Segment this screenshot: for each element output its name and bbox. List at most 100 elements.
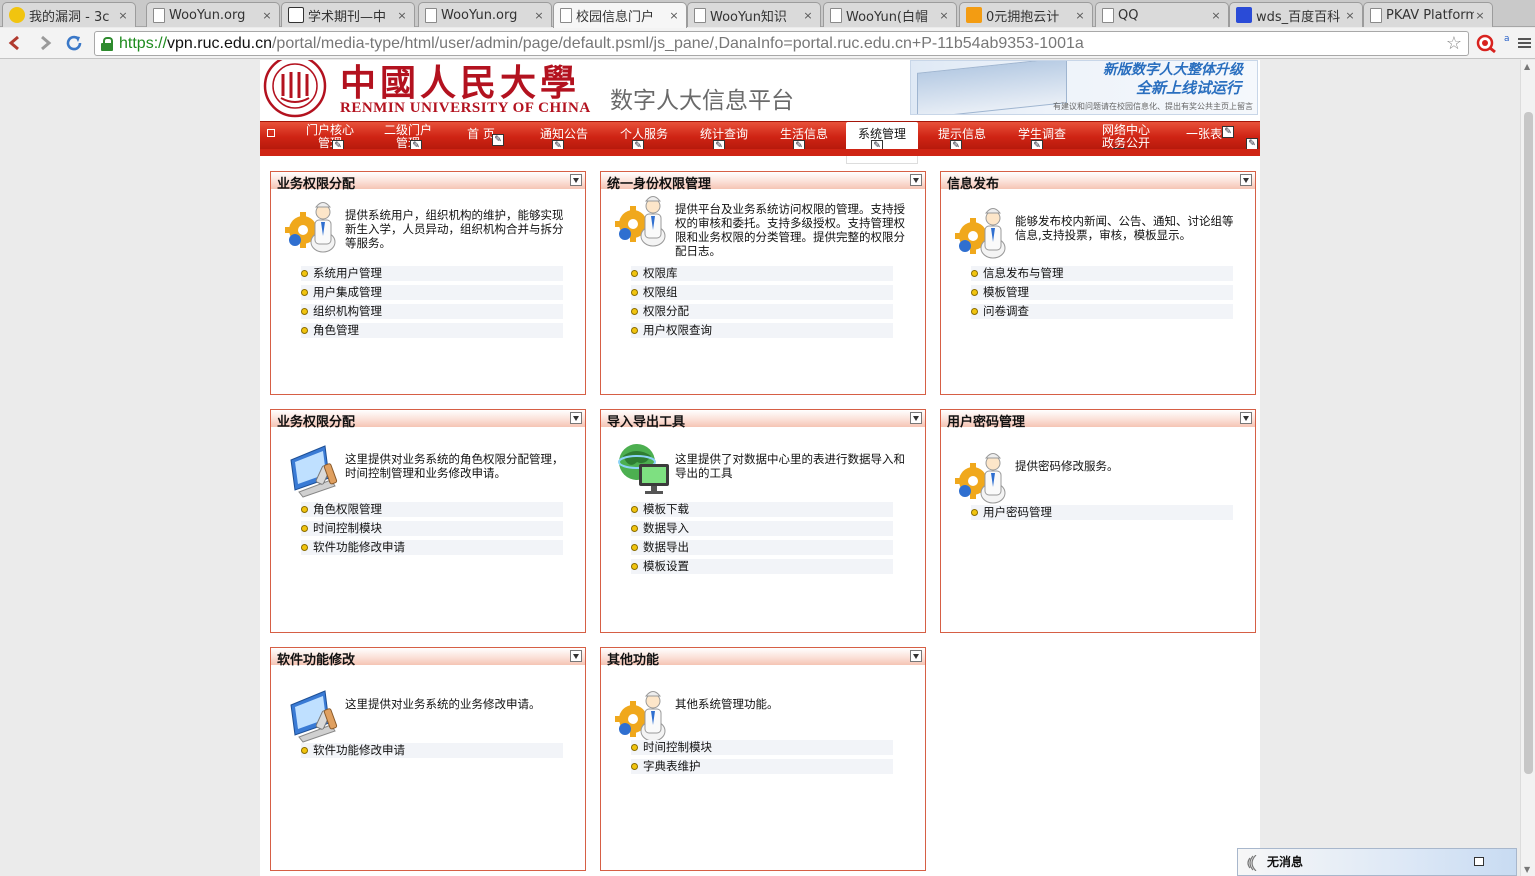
tab-close-icon[interactable]: ×: [261, 9, 273, 22]
portlet-dropdown-icon[interactable]: [910, 174, 922, 186]
portlet-link[interactable]: 问卷调查: [971, 304, 1233, 319]
portlet-link[interactable]: 权限库: [631, 266, 893, 281]
address-bar[interactable]: https://vpn.ruc.edu.cn/portal/media-type…: [94, 31, 1469, 56]
portlet-dropdown-icon[interactable]: [570, 174, 582, 186]
portlet: 业务权限分配 这里提供对业务系统的角色权限分配管理，时间控制管理和业务修改申请。角…: [270, 409, 586, 633]
portlet-link-list: 信息发布与管理 模板管理问卷调查: [971, 266, 1233, 323]
bookmark-star-icon[interactable]: ☆: [1446, 33, 1462, 54]
tab-strip: 我的漏洞 - 3c × WooYun.org × 学术期刊—中 × WooYun.org × 校…: [0, 0, 1535, 28]
tab-close-icon[interactable]: ×: [1210, 9, 1222, 22]
browser-tab[interactable]: WooYun.org ×: [418, 2, 552, 27]
portlet-link[interactable]: 时间控制模块: [631, 740, 893, 755]
extension-search-icon[interactable]: [1475, 32, 1497, 54]
tab-close-icon[interactable]: ×: [1344, 9, 1356, 22]
portlet-link[interactable]: 软件功能修改申请: [301, 540, 563, 555]
nav-item[interactable]: 门户核心 管理: [298, 122, 362, 150]
portlet-link[interactable]: 权限分配: [631, 304, 893, 319]
browser-tab[interactable]: WooYun(白帽 ×: [823, 2, 957, 27]
browser-tab[interactable]: WooYun知识 ×: [687, 2, 821, 27]
url-path: /portal/media-type/html/user/admin/page/…: [271, 34, 1084, 52]
browser-tab[interactable]: 我的漏洞 - 3c ×: [2, 2, 136, 27]
scroll-up-arrow-icon[interactable]: ▲: [1524, 62, 1530, 71]
bullet-icon: [631, 270, 638, 277]
portlet-link-label: 模板下载: [643, 502, 689, 516]
edit-pencil-icon[interactable]: ✎: [492, 134, 504, 146]
portlet-link[interactable]: 系统用户管理: [301, 266, 563, 281]
restore-window-icon[interactable]: [1474, 857, 1484, 866]
portlet-dropdown-icon[interactable]: [910, 650, 922, 662]
journal-icon: [288, 7, 304, 23]
portlet-link[interactable]: 模板下载: [631, 502, 893, 517]
browser-tab[interactable]: WooYun.org ×: [146, 2, 280, 27]
tab-title: wds_百度百科: [1256, 9, 1341, 25]
portlet-link[interactable]: 角色权限管理: [301, 502, 563, 517]
document-icon: [425, 7, 437, 23]
page-scrollbar[interactable]: ▲ ▼: [1520, 60, 1535, 876]
portlet-link[interactable]: 数据导入: [631, 521, 893, 536]
tab-title: 0元拥抱云计: [986, 9, 1060, 25]
portlet-title: 业务权限分配: [277, 415, 356, 430]
portlet-dropdown-icon[interactable]: [570, 650, 582, 662]
portlet-link[interactable]: 时间控制模块: [301, 521, 563, 536]
portlet-header: 业务权限分配: [271, 410, 585, 430]
browser-tab[interactable]: 0元拥抱云计 ×: [959, 2, 1093, 27]
bullet-icon: [631, 544, 638, 551]
nav-item[interactable]: 提示信息: [930, 122, 994, 150]
url-host: vpn.ruc.edu.cn: [167, 34, 272, 52]
browser-tab[interactable]: QQ ×: [1095, 2, 1229, 27]
portlet-link[interactable]: 字典表维护: [631, 759, 893, 774]
portlet-dropdown-icon[interactable]: [1240, 174, 1252, 186]
tab-close-icon[interactable]: ×: [668, 9, 680, 22]
tab-close-icon[interactable]: ×: [938, 9, 950, 22]
portlet-dropdown-icon[interactable]: [570, 412, 582, 424]
tab-close-icon[interactable]: ×: [396, 9, 408, 22]
portlet-link[interactable]: 权限组: [631, 285, 893, 300]
portlet-header: 软件功能修改: [271, 648, 585, 668]
browser-tab[interactable]: wds_百度百科 ×: [1229, 2, 1363, 27]
portlet-title: 其他功能: [607, 653, 660, 668]
tab-title: 校园信息门户: [576, 10, 655, 25]
menu-icon[interactable]: [1514, 32, 1535, 54]
back-button[interactable]: [4, 32, 26, 54]
bullet-icon: [631, 289, 638, 296]
browser-tab[interactable]: PKAV Platform ×: [1363, 2, 1493, 27]
portlet-dropdown-icon[interactable]: [1240, 412, 1252, 424]
forward-button[interactable]: [34, 32, 56, 54]
browser-tab[interactable]: 校园信息门户 ×: [553, 2, 687, 28]
portlet-link[interactable]: 软件功能修改申请: [301, 743, 563, 758]
portlet-link[interactable]: 模板设置: [631, 559, 893, 574]
portlet-link[interactable]: 信息发布与管理: [971, 266, 1233, 281]
portlet-title: 业务权限分配: [277, 177, 356, 192]
tab-close-icon[interactable]: ×: [533, 9, 545, 22]
edit-pencil-icon[interactable]: ✎: [1222, 126, 1234, 138]
bullet-icon: [301, 544, 308, 551]
page-viewport: 中國人民大學 RENMIN UNIVERSITY OF CHINA 数字人大信息…: [0, 60, 1535, 876]
reload-button[interactable]: [63, 32, 85, 54]
tab-close-icon[interactable]: ×: [1474, 9, 1486, 22]
portlet-link-label: 权限分配: [643, 304, 689, 318]
nav-home-icon[interactable]: [267, 129, 275, 137]
nav-item[interactable]: 个人服务: [612, 122, 676, 150]
portlet-link[interactable]: 用户权限查询: [631, 323, 893, 338]
scroll-down-arrow-icon[interactable]: ▼: [1524, 865, 1530, 874]
portlet-dropdown-icon[interactable]: [910, 412, 922, 424]
portlet-link[interactable]: 数据导出: [631, 540, 893, 555]
tab-close-icon[interactable]: ×: [1074, 9, 1086, 22]
message-notifier[interactable]: 无消息: [1237, 848, 1517, 876]
browser-tab[interactable]: 学术期刊—中 ×: [281, 2, 415, 27]
portlet-link[interactable]: 角色管理: [301, 323, 563, 338]
portlet-link[interactable]: 模板管理: [971, 285, 1233, 300]
portlet-link[interactable]: 用户集成管理: [301, 285, 563, 300]
upgrade-promo-banner[interactable]: 新版数字人大整体升级 全新上线试运行 有建议和问题请在校园信息化、提出有奖公共主…: [910, 60, 1258, 115]
portlet-description: 其他系统管理功能。: [675, 697, 779, 711]
portlet: 信息发布 能够发布校内新闻、公告、通知、讨论组等信息,支持投票，审核，模板显示。信…: [940, 171, 1256, 395]
nav-item[interactable]: 通知公告: [532, 122, 596, 150]
portlet-link[interactable]: 用户密码管理: [971, 505, 1233, 520]
nav-item[interactable]: 网络中心 政务公开: [1090, 122, 1162, 150]
nav-item[interactable]: 二级门户 管理: [378, 122, 438, 150]
scroll-thumb[interactable]: [1524, 112, 1533, 774]
portlet-link[interactable]: 组织机构管理: [301, 304, 563, 319]
tab-close-icon[interactable]: ×: [117, 9, 129, 22]
tab-close-icon[interactable]: ×: [802, 9, 814, 22]
portlet-description: 这里提供对业务系统的业务修改申请。: [345, 697, 541, 711]
